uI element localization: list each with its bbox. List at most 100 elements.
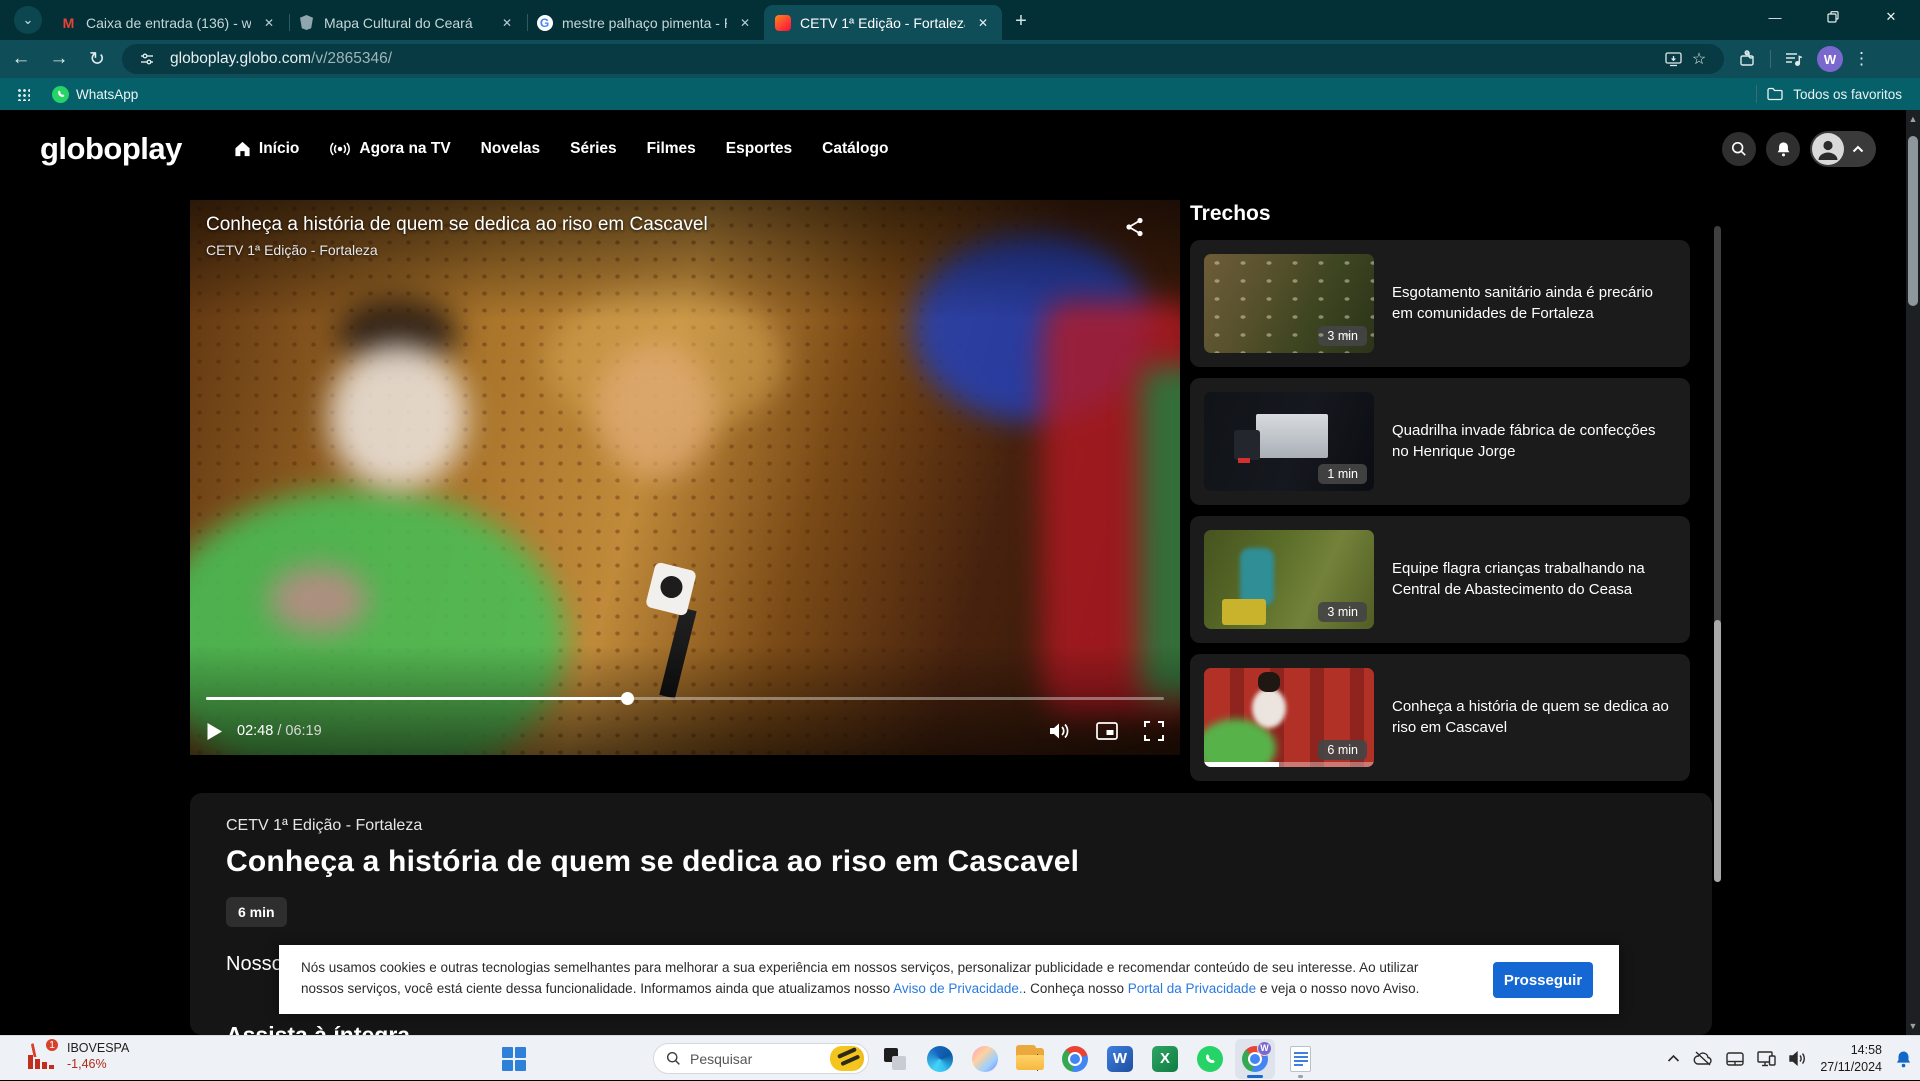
bookmark-label: WhatsApp	[76, 87, 138, 102]
volume-icon[interactable]	[1789, 1051, 1807, 1066]
nav-agora-na-tv[interactable]: Agora na TV	[329, 140, 450, 158]
nav-inicio[interactable]: Início	[234, 140, 299, 158]
edge-app[interactable]	[920, 1039, 960, 1079]
nav-esportes[interactable]: Esportes	[726, 140, 792, 158]
player-video-title: Conheça a história de quem se dedica ao …	[206, 214, 708, 236]
word-app[interactable]: W	[1100, 1039, 1140, 1079]
sidebar-scrollbar-thumb[interactable]	[1714, 620, 1721, 882]
search-placeholder: Pesquisar	[690, 1051, 830, 1067]
taskbar-apps: W X W	[875, 1038, 1320, 1079]
bookmark-whatsapp[interactable]: WhatsApp	[52, 86, 138, 103]
chrome-profile-app-active[interactable]: W	[1235, 1039, 1275, 1079]
task-view-button[interactable]	[875, 1039, 915, 1079]
tab-close-icon[interactable]: ✕	[260, 14, 278, 32]
bookmark-star-icon[interactable]: ☆	[1686, 46, 1712, 72]
tab-title: Mapa Cultural do Ceará	[324, 15, 489, 31]
nav-filmes[interactable]: Filmes	[647, 140, 696, 158]
account-menu[interactable]	[1810, 131, 1876, 167]
volume-icon[interactable]	[1049, 722, 1070, 740]
nav-novelas[interactable]: Novelas	[481, 140, 540, 158]
browser-profile-avatar[interactable]: W	[1817, 46, 1843, 72]
taskbar-clock[interactable]: 14:58 27/11/2024	[1820, 1042, 1882, 1075]
playhead-knob[interactable]	[621, 692, 634, 705]
share-icon[interactable]	[1124, 216, 1146, 243]
minimize-button[interactable]: —	[1746, 0, 1804, 34]
trecho-card-4-current[interactable]: 6 min Conheça a história de quem se dedi…	[1190, 654, 1690, 781]
tab-mapa-cultural[interactable]: Mapa Cultural do Ceará ✕	[288, 5, 526, 40]
pip-icon[interactable]	[1096, 722, 1118, 740]
install-app-icon[interactable]	[1660, 46, 1686, 72]
trecho-card-1[interactable]: 3 min Esgotamento sanitário ainda é prec…	[1190, 240, 1690, 367]
tab-globoplay-active[interactable]: CETV 1ª Edição - Fortaleza | Co ✕	[764, 5, 1002, 40]
trecho-card-3[interactable]: 3 min Equipe flagra crianças trabalhando…	[1190, 516, 1690, 643]
back-button[interactable]: ←	[4, 42, 38, 76]
trecho-thumbnail: 1 min	[1204, 392, 1374, 491]
forward-button[interactable]: →	[42, 42, 76, 76]
media-controls-icon[interactable]	[1781, 46, 1807, 72]
scroll-up-arrow[interactable]: ▲	[1906, 112, 1920, 126]
duration-badge: 6 min	[1318, 740, 1367, 760]
nav-series[interactable]: Séries	[570, 140, 617, 158]
address-bar[interactable]: globoplay.globo.com/v/2865346/ ☆	[122, 44, 1724, 74]
site-search-button[interactable]	[1722, 132, 1756, 166]
trecho-title: Conheça a história de quem se dedica ao …	[1392, 697, 1676, 738]
folder-icon	[1016, 1048, 1044, 1070]
whatsapp-app[interactable]	[1190, 1039, 1230, 1079]
trecho-card-2[interactable]: 1 min Quadrilha invade fábrica de confec…	[1190, 378, 1690, 505]
bell-icon	[1776, 141, 1791, 157]
tab-search-button[interactable]: ⌄	[14, 6, 42, 34]
word-document-app[interactable]	[1280, 1039, 1320, 1079]
restore-button[interactable]	[1804, 0, 1862, 34]
player-progress-bar[interactable]	[206, 697, 1164, 700]
touchpad-icon[interactable]	[1726, 1052, 1744, 1066]
apps-grid-icon[interactable]	[16, 87, 30, 101]
onedrive-paused-icon[interactable]	[1693, 1051, 1713, 1066]
play-button[interactable]	[206, 722, 223, 741]
fullscreen-icon[interactable]	[1144, 721, 1164, 741]
video-player[interactable]: Conheça a história de quem se dedica ao …	[190, 200, 1180, 755]
widget-badge: 1	[44, 1037, 60, 1053]
site-info-icon[interactable]	[134, 46, 160, 72]
window-controls: — ✕	[1746, 0, 1920, 34]
nav-catalogo[interactable]: Catálogo	[822, 140, 888, 158]
tab-close-icon[interactable]: ✕	[498, 14, 516, 32]
url-path: /v/2865346/	[311, 50, 392, 67]
document-icon	[1290, 1046, 1311, 1072]
sidebar-scrollbar[interactable]	[1714, 226, 1721, 882]
notification-bell-icon[interactable]	[1895, 1050, 1912, 1068]
globoplay-favicon	[775, 15, 791, 31]
cast-display-icon[interactable]	[1757, 1051, 1776, 1067]
tab-google-search[interactable]: G mestre palhaço pimenta - Pesq ✕	[526, 5, 764, 40]
close-window-button[interactable]: ✕	[1862, 0, 1920, 34]
tab-gmail[interactable]: M Caixa de entrada (136) - wiltons ✕	[50, 5, 288, 40]
chrome-app[interactable]	[1055, 1039, 1095, 1079]
privacy-notice-link[interactable]: Aviso de Privacidade.	[893, 981, 1023, 996]
start-button[interactable]	[497, 1043, 531, 1074]
stocks-widget[interactable]: 1 IBOVESPA -1,46%	[26, 1040, 129, 1073]
trechos-sidebar: Trechos 3 min Esgotamento sanitário aind…	[1190, 202, 1712, 792]
extensions-puzzle-icon[interactable]	[1734, 46, 1760, 72]
privacy-portal-link[interactable]: Portal da Privacidade	[1128, 981, 1256, 996]
browser-menu-icon[interactable]: ⋮	[1853, 49, 1870, 69]
tab-close-icon[interactable]: ✕	[974, 14, 992, 32]
copilot-app[interactable]	[965, 1039, 1005, 1079]
page-scrollbar-thumb[interactable]	[1908, 136, 1918, 306]
all-bookmarks[interactable]: Todos os favoritos	[1756, 85, 1902, 103]
screen: ⌄ M Caixa de entrada (136) - wiltons ✕ M…	[0, 0, 1920, 1080]
duration-badge: 1 min	[1318, 464, 1367, 484]
new-tab-button[interactable]: +	[1006, 6, 1036, 36]
tab-close-icon[interactable]: ✕	[736, 14, 754, 32]
file-explorer-app[interactable]	[1010, 1039, 1050, 1079]
url-text[interactable]: globoplay.globo.com/v/2865346/	[170, 50, 1660, 68]
proceed-button[interactable]: Prosseguir	[1493, 962, 1593, 998]
notifications-button[interactable]	[1766, 132, 1800, 166]
excel-app[interactable]: X	[1145, 1039, 1185, 1079]
reload-button[interactable]: ↻	[80, 42, 114, 76]
taskbar-search-box[interactable]: Pesquisar	[653, 1043, 869, 1074]
globoplay-logo[interactable]: globoplay	[40, 131, 182, 167]
scroll-down-arrow[interactable]: ▼	[1906, 1019, 1920, 1033]
cookie-text: Nós usamos cookies e outras tecnologias …	[301, 958, 1441, 1000]
trecho-thumbnail: 6 min	[1204, 668, 1374, 767]
page-scrollbar[interactable]: ▲ ▼	[1906, 110, 1920, 1035]
tray-chevron-icon[interactable]	[1667, 1054, 1680, 1063]
